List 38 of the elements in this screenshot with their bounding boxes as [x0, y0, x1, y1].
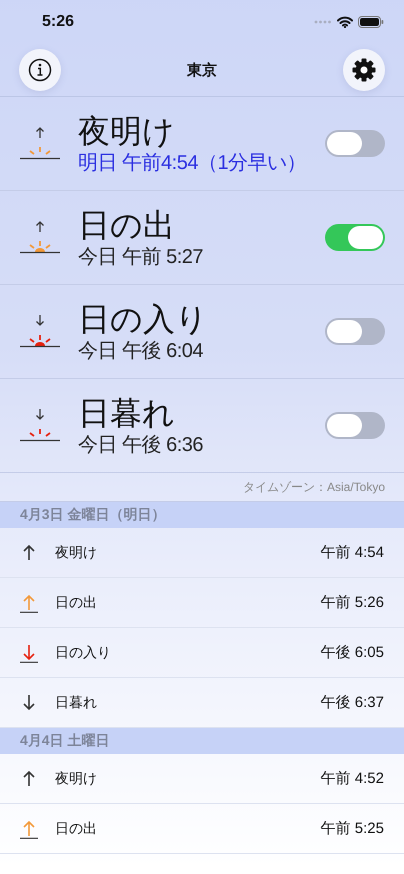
event-time: 午前 5:25	[320, 819, 384, 838]
event-time: 午後 6:05	[320, 643, 384, 662]
nav-title: 東京	[187, 60, 217, 80]
event-title: 日暮れ	[78, 394, 176, 432]
alarm-toggle[interactable]	[325, 318, 385, 345]
day-header: 4月3日 金曜日（明日）	[0, 502, 404, 528]
event-time: 午前 4:54	[320, 543, 384, 562]
alarm-toggle[interactable]	[325, 412, 385, 439]
event-title: 夜明け	[78, 112, 176, 150]
alarm-toggle[interactable]	[325, 130, 385, 157]
event-time: 今日 午前 5:27	[78, 244, 204, 270]
up-arrow-icon	[19, 818, 39, 838]
event-time: 今日 午後 6:36	[78, 432, 204, 458]
event-title: 日の入り	[78, 300, 209, 338]
info-icon	[28, 58, 52, 82]
settings-button[interactable]	[343, 49, 385, 91]
day-header: 4月4日 土曜日	[0, 728, 404, 754]
event-label: 日の出	[55, 820, 98, 838]
settings-icon	[351, 57, 377, 83]
event-label: 日の入り	[55, 644, 112, 662]
wifi-icon	[337, 16, 353, 28]
signal-icon	[314, 20, 332, 24]
event-label: 夜明け	[55, 770, 98, 788]
event-time: 今日 午後 6:04	[78, 338, 204, 364]
event-label: 日の出	[55, 594, 98, 612]
up-arrow-icon	[19, 592, 39, 612]
status-time: 5:26	[42, 13, 74, 31]
event-time: 午後 6:37	[320, 693, 384, 712]
event-title: 日の出	[78, 206, 176, 244]
info-button[interactable]	[19, 49, 61, 91]
event-time: 午前 5:26	[320, 593, 384, 612]
event-label: 日暮れ	[55, 694, 98, 712]
alarm-toggle[interactable]	[325, 224, 385, 251]
down-arrow-icon	[19, 642, 39, 662]
event-time: 午前 4:52	[320, 769, 384, 788]
event-label: 夜明け	[55, 544, 98, 562]
event-time: 明日 午前4:54（1分早い）	[78, 150, 308, 176]
battery-icon	[358, 16, 384, 28]
